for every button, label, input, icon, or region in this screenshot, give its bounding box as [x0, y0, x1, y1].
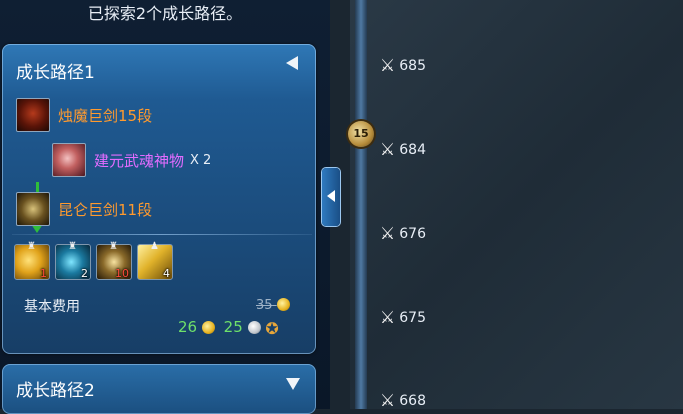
timeline-track — [355, 0, 367, 409]
power-entry[interactable]: ⚔ 684 — [380, 140, 426, 160]
collapse-triangle-icon[interactable] — [286, 56, 298, 70]
power-value: 668 — [399, 393, 426, 409]
sword-icon — [16, 98, 50, 132]
power-entry[interactable]: ⚔ 685 — [380, 56, 426, 76]
material-count: 2 — [81, 267, 88, 280]
power-entry[interactable]: ⚔ 675 — [380, 308, 426, 328]
star-coin-icon: ✪ — [265, 319, 279, 338]
base-fee-label: 基本费用 — [24, 299, 80, 315]
panel-collapse-button[interactable] — [322, 168, 340, 226]
lock-icon: ♜ — [27, 241, 36, 252]
base-fee-original: 35 — [256, 298, 290, 313]
gold-coin-icon — [201, 321, 215, 334]
divider — [12, 234, 312, 235]
power-entry[interactable]: ⚔ 668 — [380, 391, 426, 411]
crossed-swords-icon: ⚔ — [380, 140, 396, 160]
gold-fee-value: 26 — [178, 318, 198, 336]
power-value: 685 — [399, 58, 426, 74]
person-icon: ♟ — [150, 241, 159, 252]
material-slot[interactable]: ♜ 1 — [14, 241, 50, 280]
material-slot[interactable]: ♟ 4 — [137, 241, 173, 280]
level-badge[interactable]: 15 — [348, 121, 374, 147]
base-fee-discounted: 26 25 ✪ — [178, 318, 279, 338]
crossed-swords-icon: ⚔ — [380, 391, 396, 411]
power-value: 684 — [399, 142, 426, 158]
material-item-qty: X 2 — [190, 152, 212, 168]
source-item-row[interactable]: 烛魔巨剑15段 — [16, 98, 152, 132]
lock-icon: ♜ — [68, 241, 77, 252]
power-value: 675 — [399, 310, 426, 326]
source-item-name: 烛魔巨剑15段 — [58, 106, 153, 125]
target-item-name: 昆仑巨剑11段 — [58, 200, 153, 219]
growth-path-1-title: 成长路径1 — [16, 63, 95, 83]
material-count: 4 — [163, 267, 170, 280]
expand-triangle-icon[interactable] — [286, 378, 300, 390]
sword-icon — [16, 192, 50, 226]
explored-message: 已探索2个成长路径。 — [87, 4, 243, 23]
material-item-row[interactable]: 建元武魂神物 X 2 — [52, 143, 211, 177]
growth-path-2-panel[interactable]: 成长路径2 — [2, 364, 316, 414]
target-item-row[interactable]: 昆仑巨剑11段 — [16, 192, 152, 226]
material-item-name: 建元武魂神物 — [94, 151, 185, 170]
material-count: 1 — [40, 267, 47, 280]
silver-coin-icon — [247, 321, 261, 334]
material-slot[interactable]: ♜ 10 — [96, 241, 132, 280]
power-value: 676 — [399, 226, 426, 242]
chevron-left-icon — [327, 190, 335, 202]
crossed-swords-icon: ⚔ — [380, 56, 396, 76]
growth-path-1-panel: 成长路径1 烛魔巨剑15段 建元武魂神物 X 2 昆仑巨剑11段 ♜ 1 ♜ 2… — [2, 44, 316, 354]
growth-path-sidebar: 已探索2个成长路径。 成长路径1 烛魔巨剑15段 建元武魂神物 X 2 昆仑巨剑… — [0, 0, 330, 414]
gold-coin-icon — [276, 298, 290, 311]
base-fee-original-value: 35 — [256, 298, 273, 313]
crossed-swords-icon: ⚔ — [380, 308, 396, 328]
material-count: 10 — [115, 267, 129, 280]
power-entry[interactable]: ⚔ 676 — [380, 224, 426, 244]
flower-icon — [52, 143, 86, 177]
lock-icon: ♜ — [109, 241, 118, 252]
silver-fee-value: 25 — [223, 318, 243, 336]
material-slot[interactable]: ♜ 2 — [55, 241, 91, 280]
growth-path-2-title: 成长路径2 — [16, 381, 95, 401]
crossed-swords-icon: ⚔ — [380, 224, 396, 244]
